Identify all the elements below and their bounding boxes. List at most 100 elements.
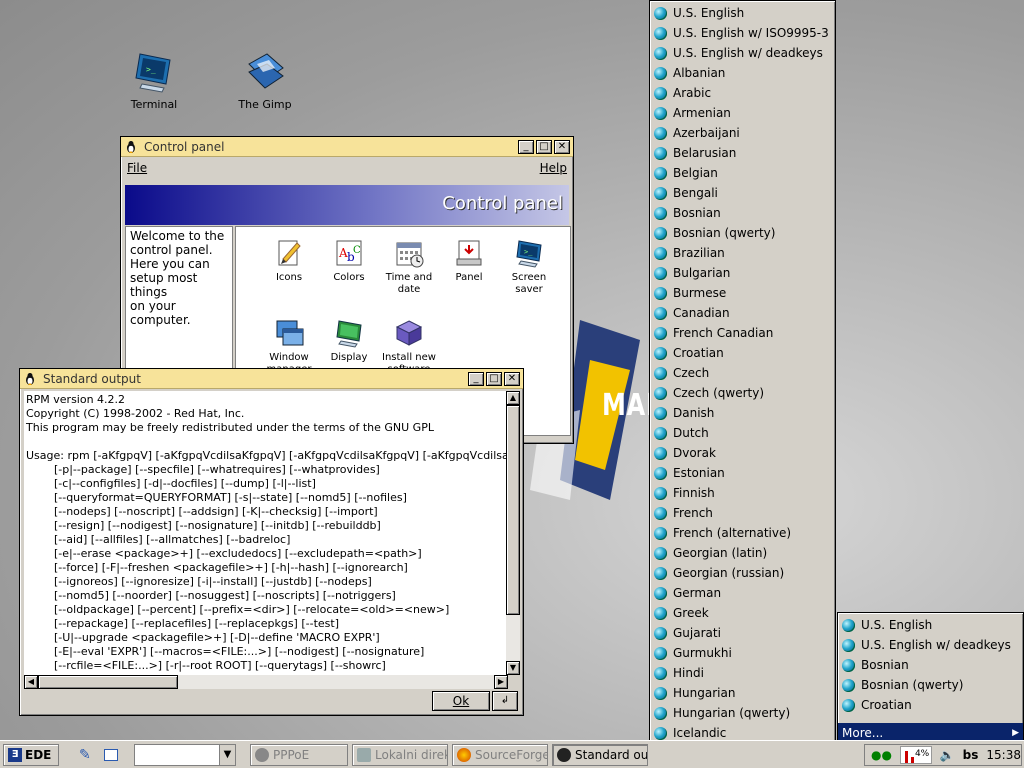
keyboard-layout-label: French xyxy=(673,506,713,520)
colors-icon: AbC xyxy=(333,237,365,269)
keyboard-layout-item[interactable]: Arabic xyxy=(654,83,711,103)
keyboard-layout-item[interactable]: Estonian xyxy=(654,463,725,483)
keyboard-layout-item[interactable]: Croatian xyxy=(654,343,724,363)
keyboard-layout-item[interactable]: Bengali xyxy=(654,183,718,203)
keyboard-layout-item[interactable]: Georgian (latin) xyxy=(654,543,767,563)
keyboard-layout-item[interactable]: French Canadian xyxy=(654,323,773,343)
recent-layout-item[interactable]: Croatian xyxy=(842,695,912,715)
window-manager-icon xyxy=(273,317,305,349)
keyboard-layout-item[interactable]: Gujarati xyxy=(654,623,721,643)
keyboard-layout-item[interactable]: Hindi xyxy=(654,663,704,683)
scroll-thumb[interactable] xyxy=(38,675,178,689)
keyboard-layout-label: Estonian xyxy=(673,466,725,480)
close-button[interactable]: ✕ xyxy=(504,371,520,386)
keyboard-layout-item[interactable]: Dutch xyxy=(654,423,709,443)
cp-item-display[interactable]: Display xyxy=(318,317,380,364)
output-line: [--aid] [--allfiles] [--allmatches] [--b… xyxy=(26,533,291,546)
keyboard-layout-label: Burmese xyxy=(673,286,727,300)
keyboard-layout-item[interactable]: Bosnian xyxy=(654,203,721,223)
task-pppoe[interactable]: PPPoE xyxy=(250,744,348,766)
quicklaunch-window[interactable] xyxy=(100,744,122,766)
control-panel-titlebar[interactable]: Control panel _ □ ✕ xyxy=(121,137,573,157)
keyboard-layout-item[interactable]: Canadian xyxy=(654,303,730,323)
task-standard-output[interactable]: Standard ou xyxy=(552,744,648,766)
maximize-button[interactable]: □ xyxy=(536,139,552,154)
menu-file[interactable]: File xyxy=(127,161,147,175)
task-sourceforge[interactable]: SourceForge xyxy=(452,744,548,766)
clock[interactable]: 15:38 xyxy=(986,748,1021,762)
keyboard-layout-item[interactable]: U.S. English w/ deadkeys xyxy=(654,43,823,63)
keyboard-layout-item[interactable]: Georgian (russian) xyxy=(654,563,784,583)
keyboard-layout-item[interactable]: Czech (qwerty) xyxy=(654,383,764,403)
cp-item-panel[interactable]: Panel xyxy=(438,237,500,284)
menu-help[interactable]: Help xyxy=(540,161,567,175)
keyboard-layout-item[interactable]: Hungarian (qwerty) xyxy=(654,703,790,723)
network-status-icon[interactable]: ●● xyxy=(871,748,892,762)
recent-layout-item[interactable]: U.S. English w/ deadkeys xyxy=(842,635,1011,655)
chevron-down-icon[interactable]: ▼ xyxy=(219,745,235,765)
desktop-icon-gimp[interactable]: The Gimp xyxy=(225,50,305,111)
keyboard-layout-item[interactable]: Dvorak xyxy=(654,443,716,463)
keyboard-layout-item[interactable]: Hungarian xyxy=(654,683,735,703)
globe-icon xyxy=(654,146,667,160)
keyboard-layout-item[interactable]: Danish xyxy=(654,403,714,423)
minimize-button[interactable]: _ xyxy=(518,139,534,154)
quicklaunch-brush[interactable]: ✎ xyxy=(75,744,97,766)
cp-item-colors[interactable]: AbC Colors xyxy=(318,237,380,284)
keyboard-layout-item[interactable]: French (alternative) xyxy=(654,523,791,543)
keyboard-layout-item[interactable]: Brazilian xyxy=(654,243,725,263)
keyboard-layout-label: Danish xyxy=(673,406,715,420)
scroll-up-button[interactable]: ▲ xyxy=(506,391,520,405)
display-icon xyxy=(333,317,365,349)
keyboard-layout-indicator[interactable]: bs xyxy=(963,748,979,762)
maximize-button[interactable]: □ xyxy=(486,371,502,386)
cp-item-time-and-date[interactable]: Time and date xyxy=(378,237,440,296)
keyboard-layout-item[interactable]: Greek xyxy=(654,603,709,623)
vertical-scrollbar[interactable]: ▲ ▼ xyxy=(506,391,520,675)
start-button[interactable]: Ǝ EDE xyxy=(3,744,59,766)
scroll-right-button[interactable]: ▶ xyxy=(494,675,508,689)
cp-item-screen-saver[interactable]: >_ Screen saver xyxy=(498,237,560,296)
horizontal-scrollbar[interactable]: ◀ ▶ xyxy=(24,675,508,689)
desktop-icon-terminal[interactable]: >_ Terminal xyxy=(114,50,194,111)
output-line: [--nodeps] [--noscript] [--addsign] [-K|… xyxy=(26,505,378,518)
close-button[interactable]: ✕ xyxy=(554,139,570,154)
keyboard-layout-item[interactable]: U.S. English w/ ISO9995-3 xyxy=(654,23,829,43)
speaker-icon[interactable]: 🔈 xyxy=(940,748,955,762)
resize-grip[interactable]: ↲ xyxy=(492,691,518,711)
task-lokalni-direk[interactable]: Lokalni direk xyxy=(352,744,448,766)
cp-item-icons[interactable]: Icons xyxy=(258,237,320,284)
welcome-line: setup most things xyxy=(130,271,198,299)
scroll-thumb[interactable] xyxy=(506,405,520,615)
task-label: SourceForge xyxy=(475,748,548,762)
globe-icon xyxy=(654,646,667,660)
keyboard-layout-item[interactable]: Burmese xyxy=(654,283,726,303)
keyboard-layout-item[interactable]: French xyxy=(654,503,713,523)
keyboard-layout-item[interactable]: Gurmukhi xyxy=(654,643,732,663)
keyboard-layout-item[interactable]: German xyxy=(654,583,721,603)
recent-layout-item[interactable]: U.S. English xyxy=(842,615,932,635)
workspace-select[interactable]: ▼ xyxy=(134,744,236,766)
ok-button[interactable]: Ok xyxy=(432,691,490,711)
keyboard-layout-item[interactable]: Belarusian xyxy=(654,143,736,163)
keyboard-layout-item[interactable]: Finnish xyxy=(654,483,715,503)
recent-layout-item[interactable]: Bosnian xyxy=(842,655,909,675)
standard-output-titlebar[interactable]: Standard output _ □ ✕ xyxy=(20,369,523,389)
window-title: Control panel xyxy=(144,139,225,154)
scroll-left-button[interactable]: ◀ xyxy=(24,675,38,689)
svg-text:>_: >_ xyxy=(146,65,156,74)
keyboard-layout-item[interactable]: Azerbaijani xyxy=(654,123,740,143)
keyboard-layout-item[interactable]: Bulgarian xyxy=(654,263,730,283)
output-text-area[interactable]: RPM version 4.2.2 Copyright (C) 1998-2002… xyxy=(24,391,508,675)
keyboard-layout-item[interactable]: Belgian xyxy=(654,163,718,183)
keyboard-layout-item[interactable]: U.S. English xyxy=(654,3,744,23)
scroll-down-button[interactable]: ▼ xyxy=(506,661,520,675)
keyboard-layout-item[interactable]: Armenian xyxy=(654,103,731,123)
keyboard-layout-item[interactable]: Czech xyxy=(654,363,709,383)
keyboard-layout-label: Bosnian (qwerty) xyxy=(861,678,964,692)
keyboard-layout-item[interactable]: Albanian xyxy=(654,63,725,83)
keyboard-layout-item[interactable]: Bosnian (qwerty) xyxy=(654,223,775,243)
recent-layout-item[interactable]: Bosnian (qwerty) xyxy=(842,675,963,695)
minimize-button[interactable]: _ xyxy=(468,371,484,386)
cpu-graph-icon[interactable]: 4% xyxy=(899,746,932,764)
